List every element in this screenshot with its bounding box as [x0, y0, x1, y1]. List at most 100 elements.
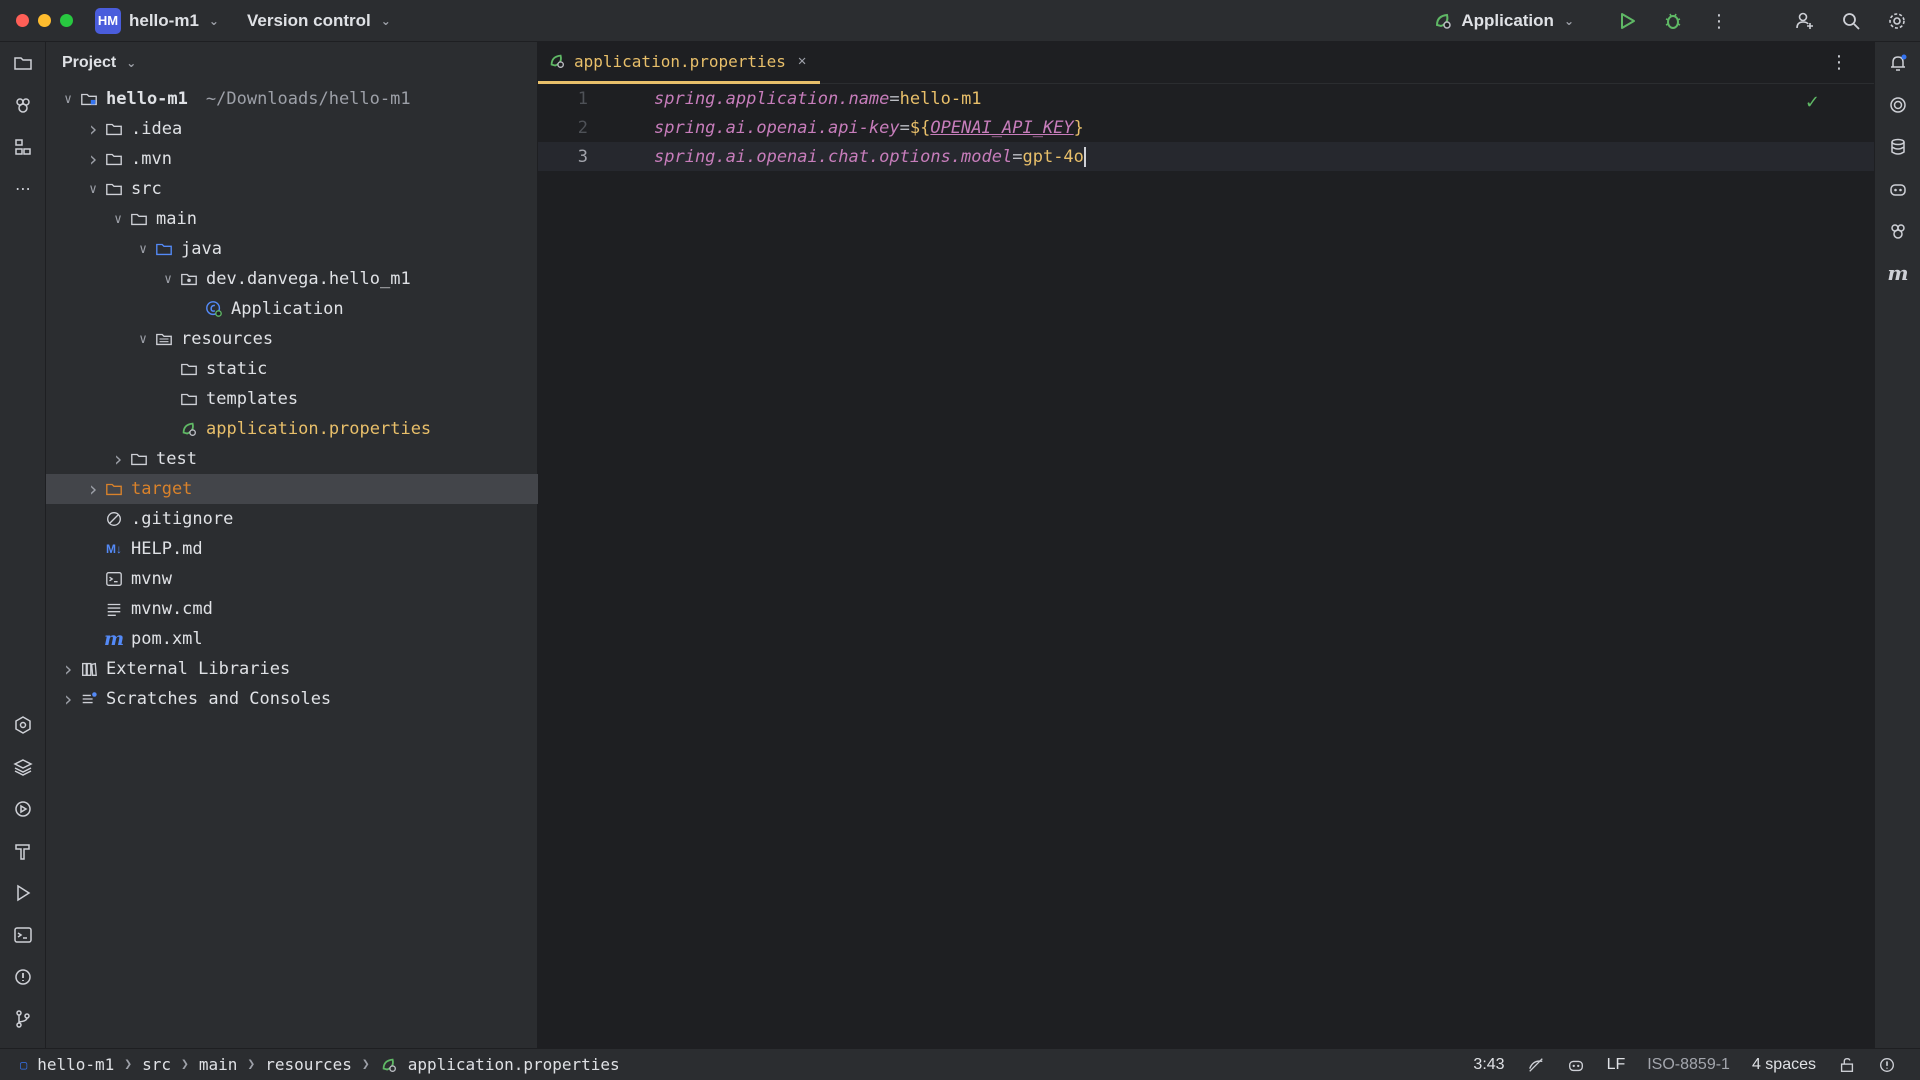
- search-icon: [1843, 13, 1860, 30]
- tree-item[interactable]: application.properties: [46, 414, 538, 444]
- warning-circle-icon: [15, 969, 31, 985]
- tree-item[interactable]: › test: [46, 444, 538, 474]
- chevron-down-icon[interactable]: ∨: [133, 242, 153, 257]
- services-tool-button[interactable]: [0, 704, 46, 746]
- tree-item-label: .idea: [131, 119, 183, 139]
- copilot-tool-button[interactable]: [1875, 168, 1920, 210]
- git-tool-button[interactable]: [0, 998, 46, 1040]
- tree-item[interactable]: › .mvn: [46, 144, 538, 174]
- tree-item[interactable]: ∨ main: [46, 204, 538, 234]
- terminal-tool-button[interactable]: [0, 914, 46, 956]
- structure-tool-button[interactable]: [0, 126, 46, 168]
- chevron-down-icon[interactable]: ∨: [158, 272, 178, 287]
- property-value-suffix: }: [1073, 117, 1084, 138]
- tree-item[interactable]: › External Libraries: [46, 654, 538, 684]
- maven-tool-button[interactable]: m: [1875, 252, 1920, 294]
- tree-item-label: test: [156, 449, 197, 469]
- tree-item[interactable]: ∨ resources: [46, 324, 538, 354]
- tree-item[interactable]: .gitignore: [46, 504, 538, 534]
- tree-item[interactable]: ∨ src: [46, 174, 538, 204]
- tree-item[interactable]: mvnw: [46, 564, 538, 594]
- database-tool-button[interactable]: [1875, 126, 1920, 168]
- chevron-down-icon[interactable]: ∨: [133, 332, 153, 347]
- problems-tool-button[interactable]: [0, 956, 46, 998]
- power-save-icon[interactable]: [1527, 1056, 1545, 1074]
- minimize-window-button[interactable]: [38, 14, 51, 27]
- run-services-tool-button[interactable]: [0, 788, 46, 830]
- chevron-down-icon[interactable]: ∨: [58, 92, 78, 107]
- caret-position[interactable]: 3:43: [1473, 1056, 1504, 1074]
- version-control-menu[interactable]: Version control ⌄: [247, 11, 391, 31]
- tree-item-label: External Libraries: [106, 659, 291, 679]
- run-button[interactable]: [1604, 0, 1650, 42]
- more-actions-button[interactable]: ⋮: [1696, 0, 1742, 42]
- more-tools-button[interactable]: ⋯: [0, 168, 46, 210]
- chevron-down-icon[interactable]: ∨: [83, 182, 103, 197]
- chevron-right-icon[interactable]: ›: [83, 147, 103, 171]
- breadcrumb-item[interactable]: resources: [265, 1055, 352, 1074]
- settings-button[interactable]: [1874, 0, 1920, 42]
- spring-beans-tool-button[interactable]: [1875, 210, 1920, 252]
- breadcrumb-item[interactable]: src: [142, 1055, 171, 1074]
- indent-setting[interactable]: 4 spaces: [1752, 1056, 1816, 1074]
- project-tool-button[interactable]: [0, 42, 46, 84]
- chevron-right-icon: ❯: [181, 1057, 189, 1072]
- run-tool-button[interactable]: [0, 872, 46, 914]
- tree-item-label: main: [156, 209, 197, 229]
- title-bar: HM hello-m1 ⌄ Version control ⌄ Applicat…: [0, 0, 1920, 42]
- chevron-right-icon[interactable]: ›: [58, 657, 78, 681]
- add-user-button[interactable]: [1782, 0, 1828, 42]
- search-everywhere-button[interactable]: [1828, 0, 1874, 42]
- gear-icon: [1889, 13, 1905, 29]
- tree-item[interactable]: m pom.xml: [46, 624, 538, 654]
- file-encoding[interactable]: ISO-8859-1: [1647, 1056, 1730, 1074]
- zoom-window-button[interactable]: [60, 14, 73, 27]
- debug-button[interactable]: [1650, 0, 1696, 42]
- tree-item[interactable]: › Scratches and Consoles: [46, 684, 538, 714]
- chevron-right-icon[interactable]: ›: [108, 447, 128, 471]
- line-ending[interactable]: LF: [1607, 1056, 1626, 1074]
- maven-icon: m: [103, 628, 125, 650]
- notifications-tool-button[interactable]: [1875, 42, 1920, 84]
- tree-item[interactable]: templates: [46, 384, 538, 414]
- module-icon: ▢: [20, 1057, 28, 1072]
- editor-tab-application-properties[interactable]: application.properties ✕: [538, 42, 821, 84]
- tree-item[interactable]: › .idea: [46, 114, 538, 144]
- chevron-right-icon[interactable]: ›: [83, 477, 103, 501]
- folder-icon: [128, 209, 150, 229]
- tree-item[interactable]: › target: [46, 474, 538, 504]
- chevron-right-icon[interactable]: ›: [58, 687, 78, 711]
- warning-circle-icon[interactable]: [1878, 1056, 1896, 1074]
- layers-tool-button[interactable]: [0, 746, 46, 788]
- chevron-right-icon: ❯: [124, 1057, 133, 1072]
- chevron-right-icon[interactable]: ›: [83, 117, 103, 141]
- breadcrumb-item[interactable]: application.properties: [408, 1055, 620, 1074]
- build-tool-button[interactable]: [0, 830, 46, 872]
- tree-item[interactable]: ∨ java: [46, 234, 538, 264]
- more-vertical-icon[interactable]: ⋮: [1830, 52, 1848, 73]
- project-switcher[interactable]: HM hello-m1 ⌄: [95, 7, 219, 34]
- tree-item[interactable]: ∨ dev.danvega.hello_m1: [46, 264, 538, 294]
- run-configuration-selector[interactable]: Application ⌄: [1433, 11, 1574, 31]
- copilot-status-icon[interactable]: [1567, 1056, 1585, 1074]
- spring-tool-button[interactable]: [0, 84, 46, 126]
- ai-assistant-tool-button[interactable]: [1875, 84, 1920, 126]
- tree-item[interactable]: mvnw.cmd: [46, 594, 538, 624]
- breadcrumb-item[interactable]: hello-m1: [37, 1055, 114, 1074]
- tree-item[interactable]: static: [46, 354, 538, 384]
- chevron-right-icon: ❯: [247, 1057, 256, 1072]
- tree-item-label: java: [181, 239, 222, 259]
- close-window-button[interactable]: [16, 14, 29, 27]
- folder-icon: [14, 57, 32, 70]
- tree-item[interactable]: M↓ HELP.md: [46, 534, 538, 564]
- editor-area: application.properties ✕ ⋮ 1 spring.appl…: [538, 42, 1874, 1048]
- no-problems-check-icon[interactable]: ✓: [1805, 92, 1820, 113]
- chevron-down-icon[interactable]: ∨: [108, 212, 128, 227]
- tree-item[interactable]: ∨ hello-m1 ~/Downloads/hello-m1: [46, 84, 538, 114]
- folder-icon: [128, 449, 150, 469]
- tree-item[interactable]: Application: [46, 294, 538, 324]
- breadcrumb-item[interactable]: main: [199, 1055, 238, 1074]
- close-icon[interactable]: ✕: [798, 53, 806, 69]
- unlock-icon[interactable]: [1838, 1056, 1856, 1074]
- project-panel-header[interactable]: Project ⌄: [46, 42, 537, 84]
